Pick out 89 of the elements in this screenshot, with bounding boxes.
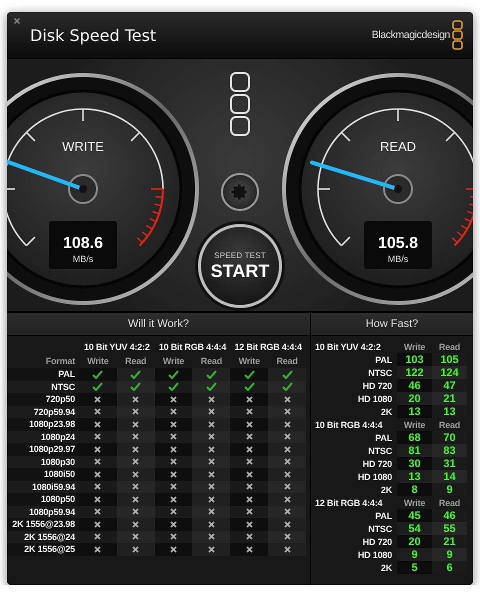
section-title: Will it Work? — [7, 313, 310, 336]
format-label: PAL — [374, 510, 393, 522]
speed-value: 83 — [432, 444, 467, 457]
column-header: Read — [200, 355, 224, 368]
format-label: 1080p59.94 — [7, 506, 79, 518]
format-label: 1080p23.98 — [7, 418, 79, 430]
gear-icon — [231, 183, 249, 201]
format-label: HD 1080 — [356, 548, 393, 561]
column-group-header: 10 Bit RGB 4:4:4 — [158, 341, 228, 354]
format-label: NTSC — [7, 380, 79, 393]
format-label: HD 1080 — [356, 470, 393, 483]
gauge-label: READ — [380, 139, 416, 154]
speed-value: 30 — [397, 457, 432, 470]
logo-icon — [229, 71, 251, 137]
format-label: 2K 1556@23.98 — [7, 518, 79, 530]
group-heading: 10 Bit YUV 4:2:2 — [315, 340, 382, 353]
speed-value: 21 — [432, 392, 467, 405]
format-label: PAL — [7, 368, 79, 380]
close-icon — [14, 18, 20, 24]
format-label: 1080p50 — [7, 493, 79, 506]
format-label: HD 1080 — [356, 392, 393, 405]
speed-value: 14 — [432, 470, 467, 483]
format-label: PAL — [374, 432, 393, 444]
column-header: Read — [124, 355, 148, 368]
group-heading: 12 Bit RGB 4:4:4 — [315, 496, 384, 509]
speed-value: 13 — [397, 405, 432, 418]
format-label: HD 720 — [362, 458, 393, 470]
speed-value: 20 — [397, 535, 432, 548]
speed-value: 9 — [397, 548, 432, 561]
speed-value: 5 — [397, 561, 432, 574]
format-label: 2K 1556@25 — [7, 543, 79, 556]
speed-readout — [49, 221, 117, 269]
brand-name: Blackmagicdesign — [372, 29, 450, 41]
format-label: 2K — [380, 562, 393, 574]
speed-unit: MB/s — [72, 254, 94, 264]
format-label: 1080p30 — [7, 456, 79, 468]
column-header: Write — [162, 355, 186, 368]
section-title: How Fast? — [311, 313, 473, 336]
column-group-header: 12 Bit RGB 4:4:4 — [233, 341, 303, 354]
speed-value: 45 — [397, 509, 432, 522]
close-button[interactable] — [11, 15, 22, 26]
format-label: 1080p24 — [7, 430, 79, 443]
format-label: 1080i50 — [7, 468, 79, 480]
column-header: Read — [275, 355, 299, 368]
format-label: 2K 1556@24 — [7, 530, 79, 543]
format-label: NTSC — [367, 522, 393, 535]
format-label: NTSC — [367, 366, 393, 379]
speed-readout — [364, 221, 432, 269]
settings-button[interactable] — [221, 173, 259, 211]
logo-icon — [452, 20, 463, 50]
column-header: Read — [438, 496, 462, 509]
speed-value: 81 — [397, 444, 432, 457]
format-label: 1080p29.97 — [7, 443, 79, 456]
format-label: 720p50 — [7, 393, 79, 406]
start-button[interactable]: SPEED TEST START — [198, 224, 282, 308]
column-header: Read — [438, 418, 462, 431]
speed-value: 8 — [397, 483, 432, 496]
column-header: Write — [402, 496, 426, 509]
window-title: Disk Speed Test — [30, 26, 156, 44]
speed-value: 105.8 — [378, 235, 418, 252]
column-header: Write — [86, 355, 110, 368]
format-label: 2K — [380, 484, 393, 496]
column-header: Write — [238, 355, 261, 368]
gauge-label: WRITE — [62, 139, 104, 154]
speed-value: 13 — [397, 470, 432, 483]
column-header: Format — [44, 355, 76, 368]
column-header: Write — [402, 418, 426, 431]
format-label: NTSC — [367, 444, 393, 457]
speed-value: 122 — [397, 366, 432, 379]
format-label: HD 720 — [362, 380, 393, 392]
format-label: 720p59.94 — [7, 406, 79, 418]
speed-value: 103 — [397, 353, 432, 366]
format-label: 2K — [380, 406, 393, 418]
format-label: 1080i59.94 — [7, 480, 79, 493]
column-header: Write — [402, 340, 426, 353]
speed-value: 54 — [397, 522, 432, 535]
speed-value: 46 — [397, 379, 432, 392]
format-label: PAL — [374, 354, 393, 366]
speed-value: 55 — [432, 522, 467, 535]
speed-value: 20 — [397, 392, 432, 405]
format-label: HD 720 — [362, 536, 393, 548]
group-heading: 10 Bit RGB 4:4:4 — [315, 418, 384, 431]
column-group-header: 10 Bit YUV 4:2:2 — [82, 341, 151, 354]
speed-unit: MB/s — [388, 254, 408, 264]
speed-value: 9 — [432, 548, 467, 561]
speed-value: 108.6 — [62, 235, 104, 252]
column-header: Read — [438, 340, 462, 353]
speed-value: 68 — [397, 431, 432, 444]
speed-value: 124 — [432, 366, 467, 379]
